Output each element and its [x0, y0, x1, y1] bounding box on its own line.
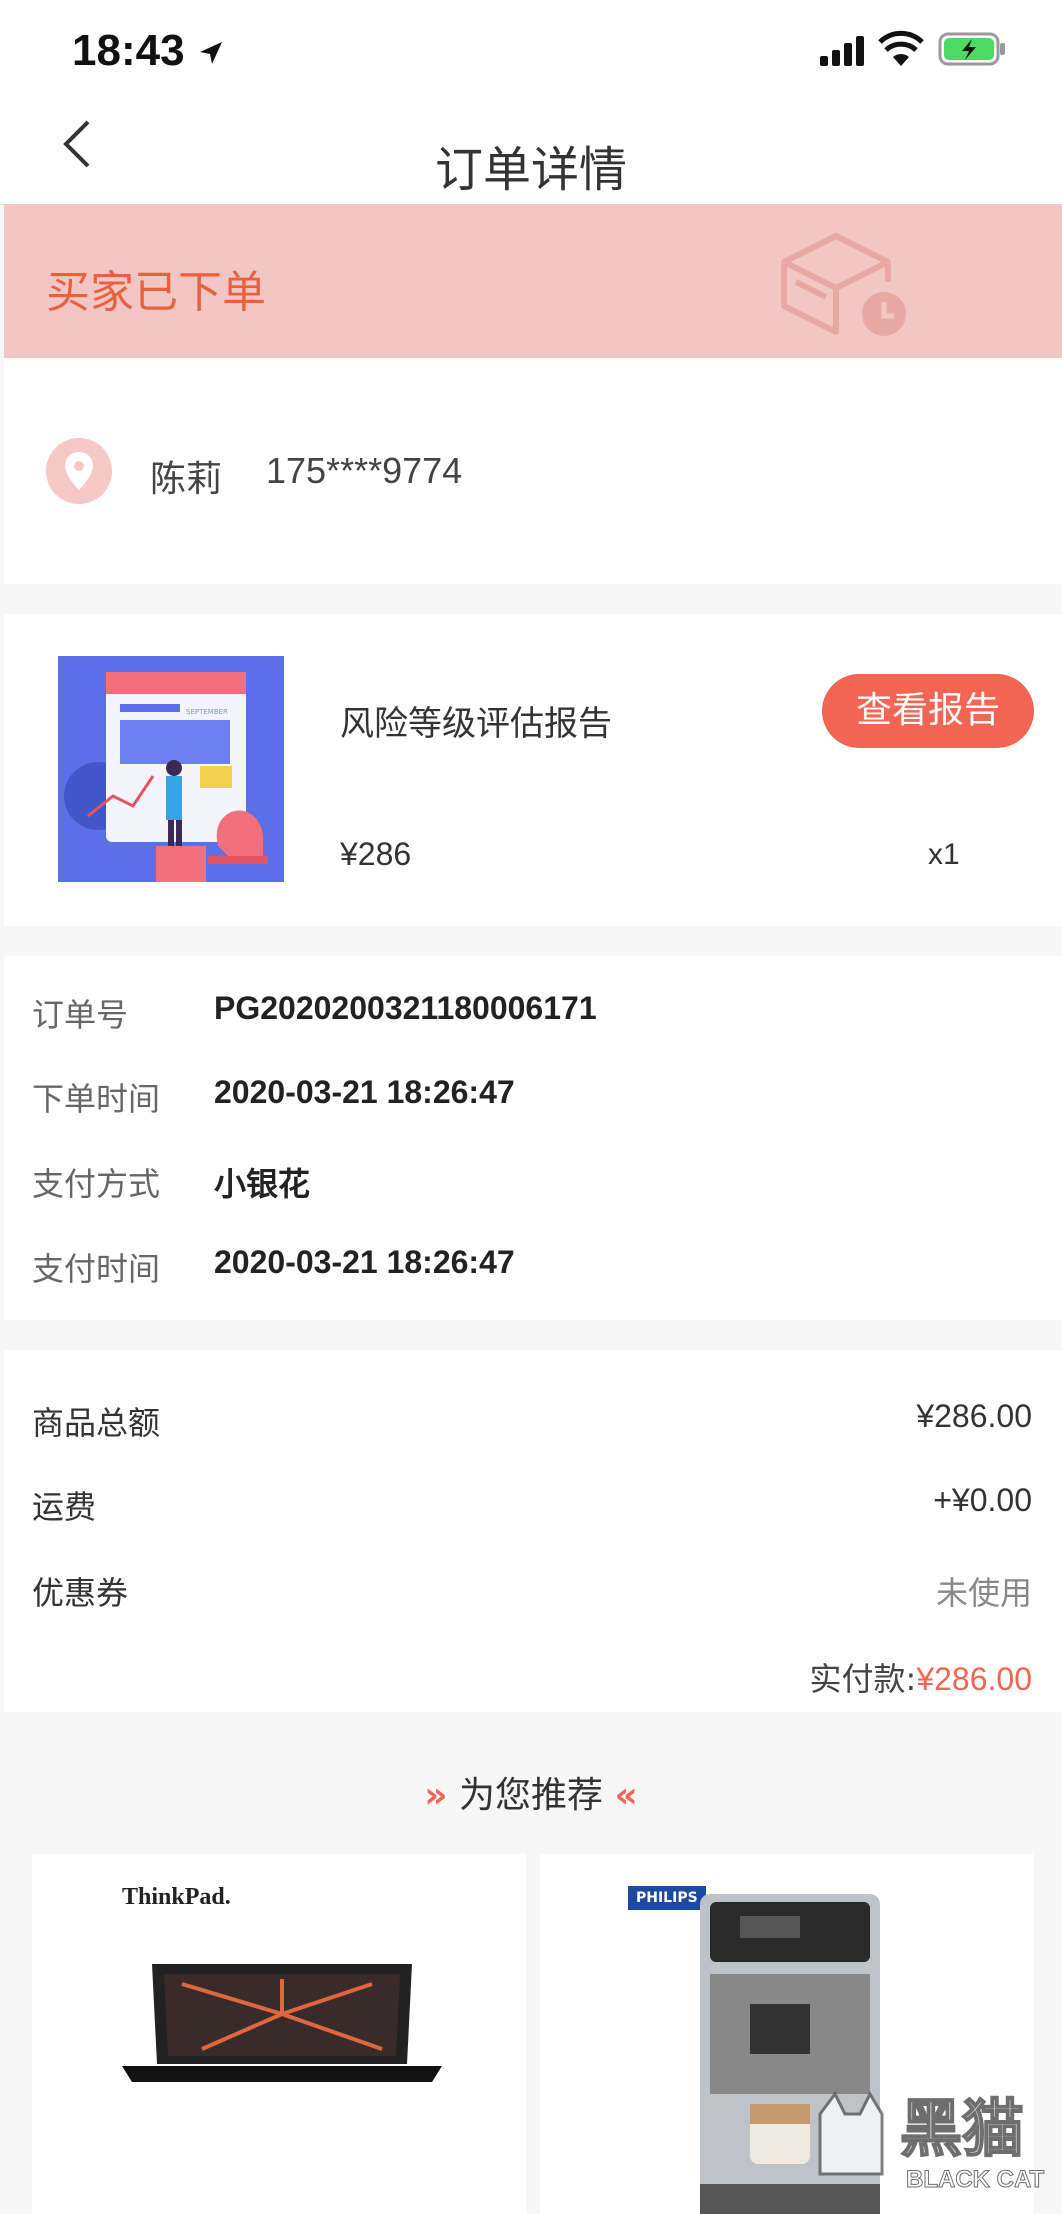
battery-icon [938, 32, 1005, 66]
recommend-heading: » 为您推荐 « [0, 1766, 1062, 1818]
view-report-button[interactable]: 查看报告 [822, 674, 1034, 748]
recommend-item[interactable]: ThinkPad. [32, 1854, 526, 2214]
package-icon [781, 233, 906, 336]
paid-value: ¥286.00 [916, 1661, 1032, 1697]
product-price: ¥286 [340, 836, 412, 872]
laptop-image [122, 1964, 442, 2082]
watermark-cn: 黑猫 [899, 2091, 1025, 2166]
shipping-value: +¥0.00 [933, 1482, 1032, 1518]
order-time-label: 下单时间 [32, 1080, 161, 1118]
location-arrow-icon [200, 42, 222, 64]
black-cat-logo-icon [818, 2090, 884, 2176]
order-number-label: 订单号 [32, 996, 129, 1034]
status-time: 18:43 [72, 26, 185, 75]
page-title: 订单详情 [434, 142, 627, 198]
product-thumbnail: SEPTEMBER [58, 656, 284, 882]
payment-method-label: 支付方式 [32, 1165, 161, 1203]
paid-label: 实付款: [809, 1660, 917, 1698]
payment-time-value: 2020-03-21 18:26:47 [214, 1244, 515, 1280]
thumbnail-caption: SEPTEMBER [186, 708, 228, 716]
payment-time-label: 支付时间 [32, 1250, 161, 1288]
recipient-name: 陈莉 [150, 459, 223, 500]
wifi-icon [878, 30, 924, 66]
order-time-value: 2020-03-21 18:26:47 [214, 1074, 515, 1110]
goods-total-label: 商品总额 [32, 1404, 161, 1442]
location-pin-icon [46, 438, 112, 504]
watermark-en: BLACK CAT [905, 2166, 1045, 2194]
double-chevron-left-icon: « [614, 1775, 638, 1816]
order-status-text: 买家已下单 [46, 267, 266, 318]
product-brand-thinkpad: ThinkPad. [122, 1884, 231, 1910]
order-number-value: PG202020032118000617​1 [214, 990, 597, 1026]
paid-amount: 实付款:¥286.00 [810, 1654, 1032, 1700]
product-quantity: x1 [928, 838, 960, 871]
goods-total-value: ¥286.00 [916, 1398, 1032, 1434]
recipient-phone: 175****9774 [266, 450, 463, 491]
cellular-signal-icon [820, 36, 864, 66]
shipping-label: 运费 [32, 1488, 97, 1526]
recommend-title: 为您推荐 [458, 1775, 603, 1816]
coupon-label: 优惠券 [32, 1574, 129, 1612]
payment-method-value: 小银花 [214, 1166, 311, 1202]
double-chevron-right-icon: » [424, 1775, 448, 1816]
coupon-value: 未使用 [935, 1575, 1032, 1611]
product-name: 风险等级评估报告 [340, 704, 612, 744]
